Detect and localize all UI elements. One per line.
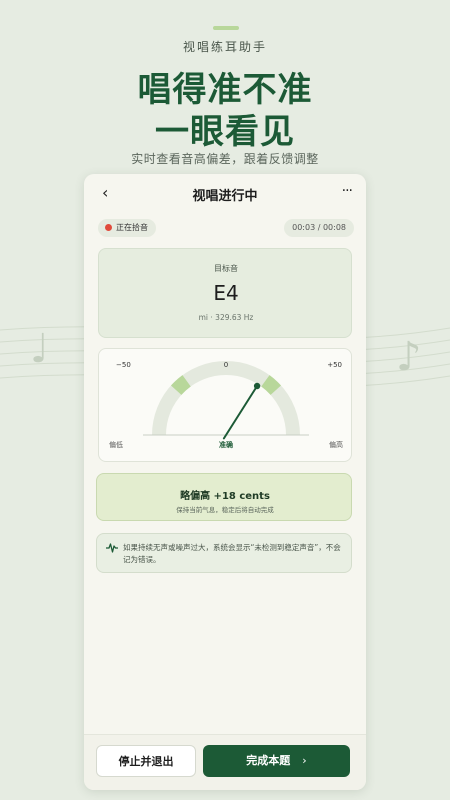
promo-headline-line2: 一眼看见 — [155, 112, 295, 152]
accent-bar — [213, 26, 239, 30]
target-note-card: 目标音 E4 mi · 329.63 Hz — [98, 248, 352, 338]
finish-button-label: 完成本题 — [246, 754, 291, 767]
timer-badge: 00:03 / 00:08 — [284, 219, 354, 237]
promo-subtitle: 实时查看音高偏差，跟着反馈调整 — [131, 152, 319, 166]
phone-screen: ‹ 视唱进行中 ··· 正在拾音 00:03 / 00:08 目标音 E4 mi… — [84, 174, 366, 790]
feedback-sub: 保持当前气息，稳定后将自动完成 — [176, 506, 274, 514]
waveform-icon — [106, 543, 118, 553]
promo-kicker: 视唱练耳助手 — [182, 40, 267, 54]
gauge-needle-tip — [253, 382, 261, 390]
music-note-icon-left: ♩ — [30, 326, 49, 372]
recording-label: 正在拾音 — [116, 223, 148, 232]
feedback-main: 略偏高 +18 cents — [180, 491, 270, 502]
gauge-needle — [222, 385, 259, 440]
more-icon[interactable]: ··· — [342, 183, 353, 199]
gauge-max-label: +50 — [327, 361, 342, 369]
chevron-right-icon: › — [302, 754, 307, 767]
gauge-low-label: 偏低 — [109, 440, 123, 449]
top-bar: ‹ 视唱进行中 ··· — [84, 174, 366, 212]
info-text: 如果持续无声或噪声过大，系统会显示“未检测到稳定声音”，不会记为错误。 — [123, 543, 341, 564]
gauge-zone-high — [261, 375, 282, 395]
page-title: 视唱进行中 — [192, 189, 258, 204]
stop-exit-button[interactable]: 停止并退出 — [96, 745, 196, 777]
gauge-zone-low — [170, 375, 191, 395]
target-label: 目标音 — [214, 264, 238, 273]
pitch-gauge: −50 0 +50 偏低 准确 偏高 — [109, 361, 343, 449]
gauge-high-label: 偏高 — [329, 440, 343, 449]
gauge-center-caption: 准确 — [219, 440, 233, 449]
gauge-center-label: 0 — [224, 361, 228, 369]
pitch-gauge-card: −50 0 +50 偏低 准确 偏高 — [98, 348, 352, 462]
target-frequency: mi · 329.63 Hz — [198, 313, 254, 322]
info-notice: 如果持续无声或噪声过大，系统会显示“未检测到稳定声音”，不会记为错误。 — [96, 533, 352, 573]
target-note: E4 — [213, 281, 239, 305]
gauge-min-label: −50 — [116, 361, 131, 369]
recording-dot-icon — [105, 224, 112, 231]
recording-badge: 正在拾音 — [98, 219, 156, 237]
music-note-icon-right: ♪ — [396, 334, 422, 380]
pitch-feedback-card: 略偏高 +18 cents 保持当前气息，稳定后将自动完成 — [96, 473, 352, 521]
bottom-action-bar: 停止并退出 完成本题 › — [84, 734, 366, 790]
finish-question-button[interactable]: 完成本题 › — [203, 745, 350, 777]
